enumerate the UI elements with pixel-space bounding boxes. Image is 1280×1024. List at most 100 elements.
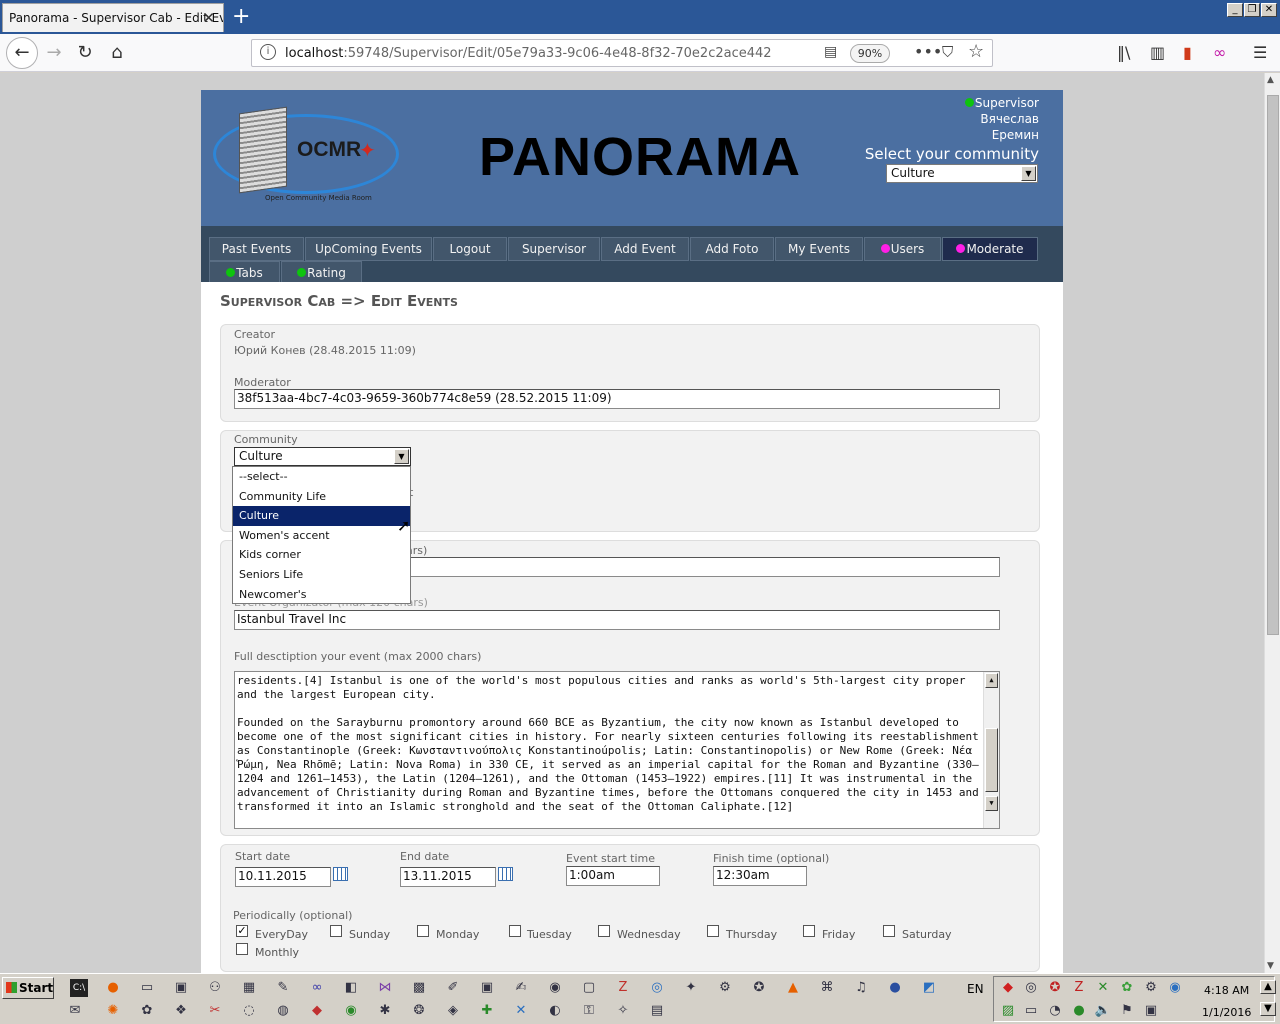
- menu-supervisor[interactable]: Supervisor: [508, 237, 600, 261]
- description-textarea[interactable]: residents.[4] Istanbul is one of the wor…: [234, 671, 1000, 829]
- app-icon[interactable]: ●: [886, 979, 904, 997]
- taskbar-scroll-up-icon[interactable]: ▲: [1260, 980, 1276, 994]
- app-icon[interactable]: ◉: [342, 1002, 360, 1020]
- calendar-icon[interactable]: [498, 867, 513, 881]
- firefox-icon[interactable]: ●: [104, 979, 122, 997]
- app-icon[interactable]: ◐: [546, 1002, 564, 1020]
- app-icon[interactable]: ✺: [104, 1002, 122, 1020]
- reader-view-icon[interactable]: ▤: [824, 44, 837, 60]
- tray-icon[interactable]: ✪: [1046, 979, 1064, 997]
- app-icon[interactable]: ⚙: [716, 979, 734, 997]
- header-community-select[interactable]: Culture ▼: [886, 164, 1038, 183]
- headphones-icon[interactable]: ♫: [852, 979, 870, 997]
- app-icon[interactable]: ✪: [750, 979, 768, 997]
- start-date-field[interactable]: 10.11.2015: [235, 867, 331, 887]
- more-actions-icon[interactable]: •••: [914, 42, 942, 61]
- library-icon[interactable]: ‖\: [1117, 43, 1130, 62]
- monday-checkbox[interactable]: [417, 925, 429, 937]
- app-icon[interactable]: ✿: [138, 1002, 156, 1020]
- end-date-field[interactable]: 13.11.2015: [400, 867, 496, 887]
- sidebar-icon[interactable]: ▥: [1150, 43, 1165, 62]
- sunday-checkbox[interactable]: [330, 925, 342, 937]
- community-select[interactable]: Culture ▼: [234, 447, 411, 466]
- vlc-icon[interactable]: ▲: [784, 979, 802, 997]
- scroll-up-icon[interactable]: ▲: [985, 673, 998, 688]
- extension-link-icon[interactable]: ∞: [1213, 43, 1226, 62]
- filezilla-icon[interactable]: Z: [614, 979, 632, 997]
- community-dropdown-list[interactable]: --select-- Community Life Culture Women'…: [232, 466, 411, 604]
- link-icon[interactable]: ∞: [308, 979, 326, 997]
- start-time-field[interactable]: 1:00am: [566, 866, 660, 886]
- start-button[interactable]: Start: [2, 977, 54, 999]
- chevron-down-icon[interactable]: ▼: [1021, 166, 1036, 181]
- new-tab-button[interactable]: +: [232, 4, 250, 29]
- tray-icon[interactable]: ✿: [1118, 979, 1136, 997]
- organizer-field[interactable]: Istanbul Travel Inc: [234, 610, 1000, 630]
- tray-icon[interactable]: ▨: [999, 1002, 1017, 1020]
- taskbar-scroll-down-icon[interactable]: ▼: [1260, 1002, 1276, 1016]
- app-icon[interactable]: ▩: [410, 979, 428, 997]
- pocket-icon[interactable]: ⛉: [942, 43, 953, 61]
- tray-icon[interactable]: ◎: [1022, 979, 1040, 997]
- app-icon[interactable]: ◧: [342, 979, 360, 997]
- clock-time[interactable]: 4:18 AM: [1204, 984, 1249, 997]
- app-icon[interactable]: ✂: [206, 1002, 224, 1020]
- monthly-checkbox[interactable]: [236, 943, 248, 955]
- textarea-scrollbar[interactable]: ▲ ▼: [983, 672, 999, 828]
- bookmark-star-icon[interactable]: ☆: [968, 41, 984, 62]
- volume-icon[interactable]: 🔈: [1094, 1002, 1112, 1020]
- tray-icon[interactable]: ●: [1070, 1002, 1088, 1020]
- scroll-down-icon[interactable]: ▼: [985, 796, 998, 811]
- tuesday-checkbox[interactable]: [509, 925, 521, 937]
- zoom-indicator[interactable]: 90%: [850, 44, 890, 63]
- menu-past-events[interactable]: Past Events: [209, 237, 304, 261]
- app-icon[interactable]: ✍: [512, 979, 530, 997]
- app-icon[interactable]: ⌘: [818, 979, 836, 997]
- menu-moderate[interactable]: Moderate: [942, 237, 1038, 261]
- everyday-checkbox[interactable]: ✓: [236, 925, 248, 937]
- app-icon[interactable]: ✦: [682, 979, 700, 997]
- info-icon[interactable]: i: [260, 44, 276, 60]
- back-arrow-icon[interactable]: ←: [6, 37, 38, 69]
- close-tab-icon[interactable]: ✕: [202, 9, 215, 27]
- menu-my-events[interactable]: My Events: [775, 237, 863, 261]
- url-bar[interactable]: i localhost:59748/Supervisor/Edit/05e79a…: [251, 39, 993, 67]
- dropdown-option[interactable]: Community Life: [233, 487, 410, 507]
- app-icon[interactable]: ❂: [410, 1002, 428, 1020]
- dropdown-option[interactable]: Seniors Life: [233, 565, 410, 585]
- tray-icon[interactable]: ◉: [1166, 979, 1184, 997]
- lock-icon[interactable]: ⚿: [580, 1002, 598, 1020]
- menu-logout[interactable]: Logout: [433, 237, 507, 261]
- dropdown-option-selected[interactable]: Culture: [233, 506, 410, 526]
- extension-icon[interactable]: ▮: [1183, 43, 1192, 62]
- app-icon[interactable]: ◌: [240, 1002, 258, 1020]
- app-icon[interactable]: ✉: [66, 1002, 84, 1020]
- app-icon[interactable]: ▦: [240, 979, 258, 997]
- scroll-up-icon[interactable]: ▲: [1267, 75, 1274, 85]
- scroll-thumb[interactable]: [985, 728, 998, 792]
- app-icon[interactable]: ◆: [308, 1002, 326, 1020]
- app-icon[interactable]: ✧: [614, 1002, 632, 1020]
- wednesday-checkbox[interactable]: [598, 925, 610, 937]
- folder-icon[interactable]: ▤: [648, 1002, 666, 1020]
- scroll-down-icon[interactable]: ▼: [1267, 961, 1274, 971]
- saturday-checkbox[interactable]: [883, 925, 895, 937]
- network-icon[interactable]: ⚇: [206, 979, 224, 997]
- filezilla-tray-icon[interactable]: Z: [1070, 979, 1088, 997]
- explorer-icon[interactable]: ▣: [172, 979, 190, 997]
- dropdown-option[interactable]: Women's accent: [233, 526, 410, 546]
- friday-checkbox[interactable]: [803, 925, 815, 937]
- app-icon[interactable]: ✎: [274, 979, 292, 997]
- menu-icon[interactable]: ☰: [1253, 43, 1267, 62]
- save-icon[interactable]: ▣: [478, 979, 496, 997]
- app-icon[interactable]: ✐: [444, 979, 462, 997]
- menu-add-event[interactable]: Add Event: [601, 237, 689, 261]
- close-window-icon[interactable]: ✕: [1261, 3, 1277, 17]
- language-indicator[interactable]: EN: [967, 982, 984, 996]
- dropdown-option[interactable]: Newcomer's: [233, 585, 410, 605]
- browser-tab[interactable]: Panorama - Supervisor Cab - Edit Events …: [2, 3, 224, 32]
- calendar-icon[interactable]: [333, 867, 348, 881]
- scroll-thumb[interactable]: [1267, 95, 1279, 635]
- app-icon[interactable]: ◉: [546, 979, 564, 997]
- app-icon[interactable]: ▢: [580, 979, 598, 997]
